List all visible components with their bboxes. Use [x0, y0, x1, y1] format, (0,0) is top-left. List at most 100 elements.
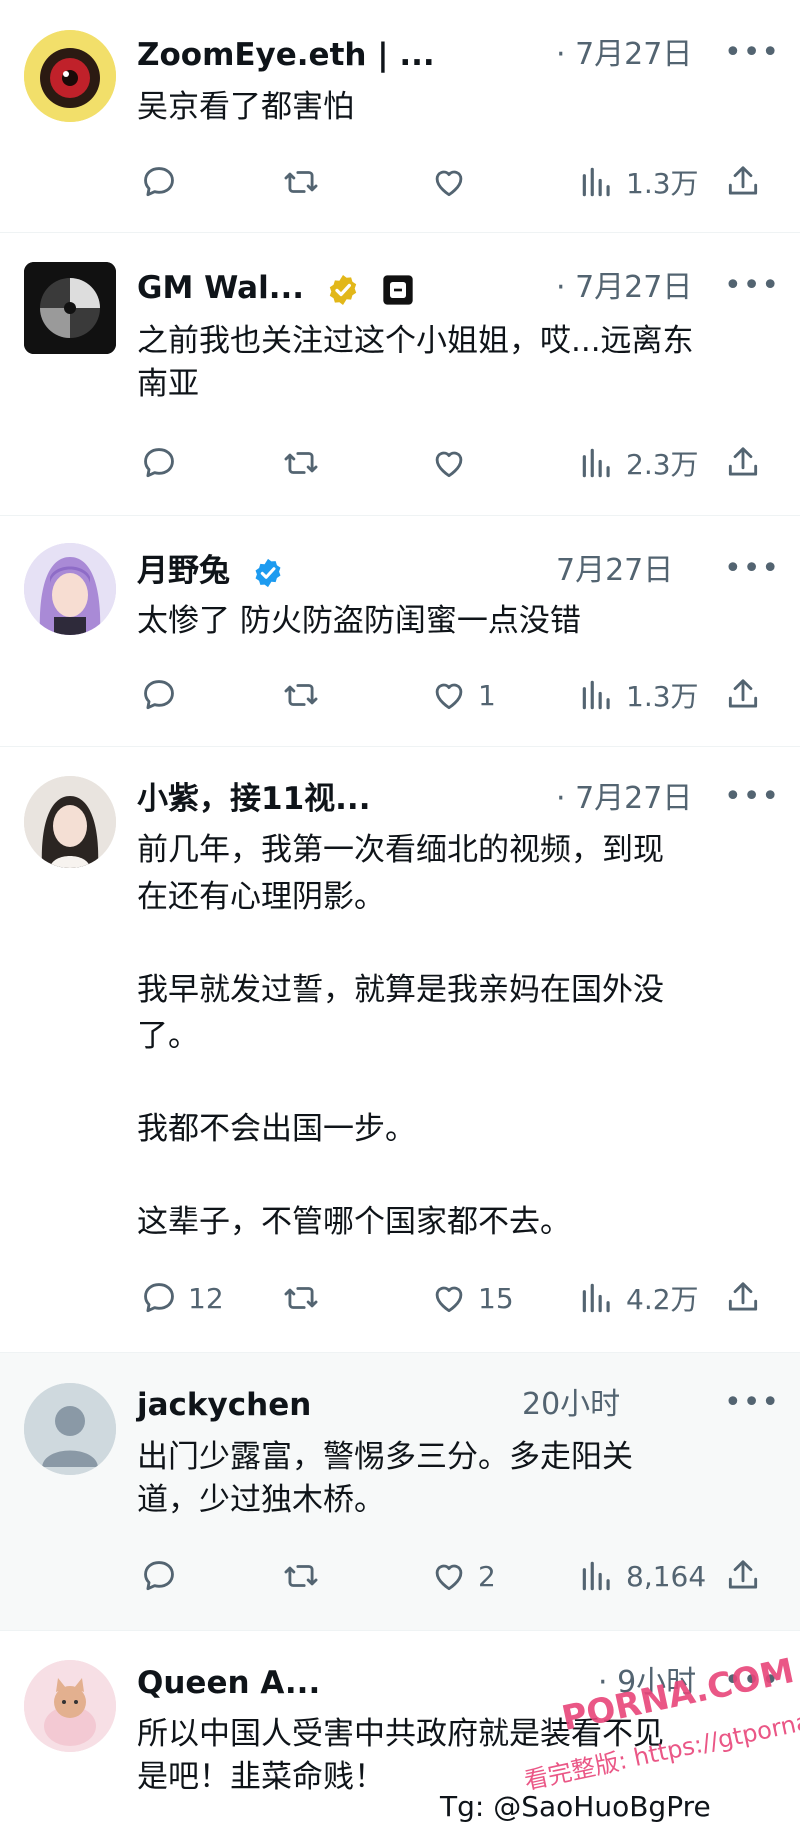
timestamp[interactable]: · 7月27日 — [556, 779, 692, 819]
display-name[interactable]: jackychen — [137, 1385, 311, 1425]
tweet[interactable]: 小紫，接11视... · 7月27日 ••• 前几年，我第一次看缅北的视频，到现… — [0, 747, 800, 1352]
tweet[interactable]: ZoomEye.eth | ... · 7月27日 ••• 吴京看了都害怕 1.… — [0, 0, 800, 232]
tweet[interactable]: GM Wal... · 7月27日 ••• 之前我也关注过这个小姐姐，哎...远… — [0, 233, 800, 515]
tweet-text: 前几年，我第一次看缅北的视频，到现 在还有心理阴影。 我早就发过誓，就算是我亲妈… — [137, 832, 664, 1240]
tweet-text: 吴京看了都害怕 — [137, 89, 354, 125]
views-button[interactable]: 2.3万 — [578, 443, 699, 483]
display-name-text: 月野兔 — [137, 553, 230, 589]
view-count: 2.3万 — [626, 448, 699, 481]
share-button[interactable] — [724, 1278, 762, 1318]
share-button[interactable] — [724, 162, 762, 202]
retweet-button[interactable] — [282, 443, 330, 483]
view-count: 1.3万 — [626, 680, 699, 713]
display-name[interactable]: Queen A... — [137, 1663, 320, 1703]
avatar[interactable] — [24, 30, 116, 122]
like-button[interactable]: 15 — [430, 1278, 514, 1318]
heart-icon — [435, 170, 463, 197]
view-count: 8,164 — [626, 1559, 707, 1593]
view-count: 1.3万 — [626, 167, 699, 200]
reply-button[interactable] — [140, 443, 188, 483]
heart-icon — [435, 1286, 463, 1313]
views-button[interactable]: 4.2万 — [578, 1278, 699, 1318]
views-button[interactable]: 1.3万 — [578, 162, 699, 202]
like-button[interactable] — [430, 443, 478, 483]
anime-girl-avatar-icon — [24, 543, 116, 635]
disc-avatar-icon — [24, 262, 116, 354]
red-eye-avatar-icon — [24, 30, 116, 122]
avatar[interactable] — [24, 1660, 116, 1752]
reply-icon — [144, 1561, 174, 1591]
like-button[interactable]: 2 — [430, 1556, 496, 1596]
affiliate-logo-icon — [382, 274, 413, 305]
reply-button[interactable]: 12 — [140, 1278, 224, 1318]
share-icon — [728, 1282, 758, 1311]
retweet-button[interactable] — [282, 1278, 330, 1318]
retweet-icon — [284, 171, 318, 193]
timestamp[interactable]: · 7月27日 — [556, 35, 692, 75]
more-options-icon[interactable]: ••• — [724, 33, 780, 73]
share-icon — [728, 447, 758, 476]
retweet-icon — [284, 684, 318, 706]
timestamp[interactable]: · 7月27日 — [556, 268, 692, 308]
photo-avatar-icon — [24, 776, 116, 868]
verified-badge-icon — [255, 558, 281, 587]
avatar[interactable] — [24, 543, 116, 635]
tweet[interactable]: 月野兔 7月27日 ••• 太惨了 防火防盗防闺蜜一点没错 1 1.3万 — [0, 516, 800, 746]
display-name-text: GM Wal... — [137, 270, 305, 306]
views-chart-icon — [582, 1283, 610, 1313]
tweet-text: 之前我也关注过这个小姐姐，哎...远离东 南亚 — [137, 323, 694, 402]
tweet[interactable]: jackychen 20小时 ••• 出门少露富，警惕多三分。多走阳关 道，少过… — [0, 1353, 800, 1630]
reply-icon — [144, 448, 174, 478]
verified-gold-icon — [329, 274, 357, 305]
retweet-button[interactable] — [282, 675, 330, 715]
share-button[interactable] — [724, 1556, 762, 1596]
heart-icon — [435, 451, 463, 478]
retweet-icon — [284, 1565, 318, 1587]
display-name[interactable]: GM Wal... — [137, 268, 414, 308]
like-count: 1 — [478, 678, 496, 712]
more-options-icon[interactable]: ••• — [724, 777, 780, 817]
views-button[interactable]: 8,164 — [578, 1556, 706, 1596]
watermark-channel: Tg: @SaoHuoBgPre — [440, 1790, 711, 1823]
like-count: 2 — [478, 1559, 496, 1593]
views-chart-icon — [582, 680, 610, 710]
heart-icon — [435, 1564, 463, 1591]
views-button[interactable]: 1.3万 — [578, 675, 699, 715]
reply-button[interactable] — [140, 675, 188, 715]
views-chart-icon — [582, 167, 610, 197]
retweet-icon — [284, 1287, 318, 1309]
reply-icon — [144, 167, 174, 197]
display-name[interactable]: ZoomEye.eth | ... — [137, 35, 435, 75]
reply-icon — [144, 1283, 174, 1313]
timestamp[interactable]: 7月27日 — [556, 551, 673, 591]
avatar[interactable] — [24, 262, 116, 354]
like-count: 15 — [478, 1281, 514, 1315]
display-name[interactable]: 小紫，接11视... — [137, 779, 370, 819]
retweet-icon — [284, 452, 318, 474]
timestamp[interactable]: 20小时 — [522, 1385, 620, 1425]
more-options-icon[interactable]: ••• — [724, 549, 780, 589]
more-options-icon[interactable]: ••• — [724, 266, 780, 306]
display-name[interactable]: 月野兔 — [137, 551, 285, 591]
share-icon — [728, 1560, 758, 1589]
cat-avatar-icon — [24, 1660, 116, 1752]
share-button[interactable] — [724, 443, 762, 483]
more-options-icon[interactable]: ••• — [724, 1383, 780, 1423]
reply-button[interactable] — [140, 162, 188, 202]
retweet-button[interactable] — [282, 1556, 330, 1596]
retweet-button[interactable] — [282, 162, 330, 202]
like-button[interactable] — [430, 162, 478, 202]
like-button[interactable]: 1 — [430, 675, 496, 715]
tweet-text: 太惨了 防火防盗防闺蜜一点没错 — [137, 603, 581, 639]
default-avatar-icon — [24, 1383, 116, 1475]
share-button[interactable] — [724, 675, 762, 715]
views-chart-icon — [582, 1561, 610, 1591]
share-icon — [728, 679, 758, 708]
reply-icon — [144, 680, 174, 710]
avatar[interactable] — [24, 776, 116, 868]
views-chart-icon — [582, 448, 610, 478]
reply-count: 12 — [188, 1281, 224, 1315]
avatar[interactable] — [24, 1383, 116, 1475]
heart-icon — [435, 683, 463, 710]
reply-button[interactable] — [140, 1556, 188, 1596]
